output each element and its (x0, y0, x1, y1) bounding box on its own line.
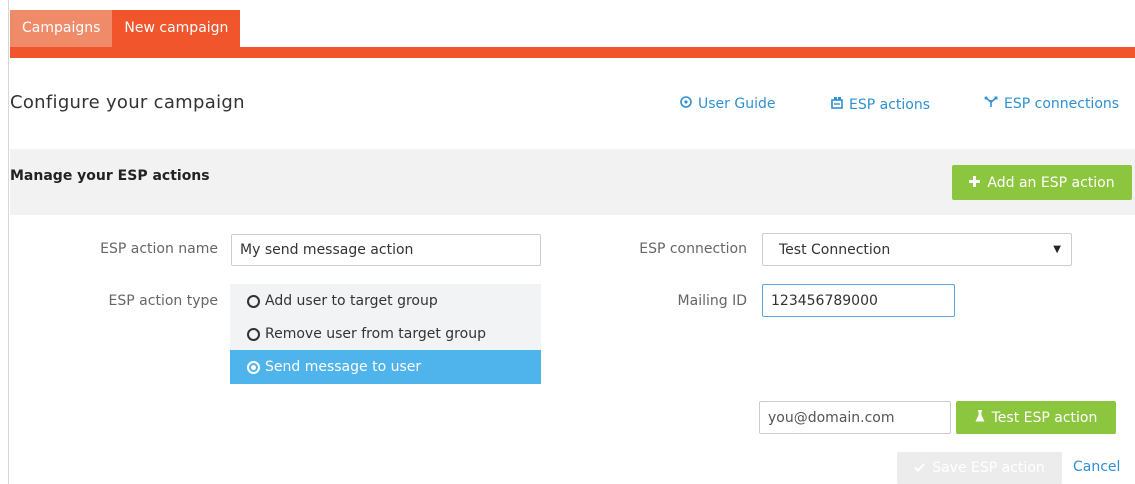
tab-campaigns[interactable]: Campaigns (10, 10, 113, 47)
radio-checked-icon (247, 360, 260, 374)
test-esp-action-label: Test ESP action (991, 409, 1098, 426)
save-esp-action-button[interactable]: Save ESP action (897, 452, 1062, 484)
page-title: Configure your campaign (10, 92, 245, 113)
radio-unchecked-icon (247, 294, 260, 308)
user-guide-link[interactable]: User Guide (680, 96, 775, 112)
save-esp-action-label: Save ESP action (932, 460, 1045, 476)
dropdown-caret-icon: ▼ (1053, 244, 1061, 255)
mailing-id-label: Mailing ID (677, 293, 747, 309)
cancel-link[interactable]: Cancel (1073, 459, 1120, 475)
esp-action-name-field[interactable]: My send message action (231, 234, 541, 266)
esp-connection-value: Test Connection (779, 241, 891, 258)
esp-actions-icon (831, 96, 843, 113)
esp-actions-link[interactable]: ESP actions (831, 96, 930, 113)
radio-option-label: Remove user from target group (265, 326, 486, 342)
esp-action-type-label: ESP action type (108, 293, 218, 309)
help-circle-icon (680, 96, 692, 112)
esp-action-name-label: ESP action name (100, 241, 218, 257)
plus-icon (969, 175, 981, 191)
esp-connections-link[interactable]: ESP connections (984, 96, 1119, 112)
radio-option-label: Add user to target group (265, 293, 438, 309)
connections-icon (984, 96, 998, 112)
add-esp-action-button[interactable]: Add an ESP action (952, 165, 1132, 200)
radio-unchecked-icon (247, 327, 260, 341)
tab-new-campaign[interactable]: New campaign (112, 10, 241, 47)
radio-add-user-to-target-group[interactable]: Add user to target group (230, 284, 541, 318)
radio-option-label: Send message to user (265, 359, 422, 375)
radio-send-message-to-user[interactable]: Send message to user (230, 350, 541, 384)
tab-bar: Campaigns New campaign (10, 10, 241, 47)
flask-icon (975, 409, 985, 426)
esp-connection-label: ESP connection (639, 241, 747, 257)
add-esp-action-label: Add an ESP action (987, 174, 1115, 191)
esp-actions-label: ESP actions (849, 96, 931, 113)
page-border (8, 0, 9, 484)
esp-connection-select[interactable]: Test Connection ▼ (762, 233, 1072, 266)
checkmark-icon (914, 460, 925, 476)
radio-remove-user-from-target-group[interactable]: Remove user from target group (230, 317, 541, 351)
test-email-field[interactable]: you@domain.com (759, 401, 951, 434)
tab-underline-bar (10, 47, 1135, 58)
esp-connections-label: ESP connections (1004, 96, 1120, 112)
test-esp-action-button[interactable]: Test ESP action (956, 401, 1116, 434)
mailing-id-field[interactable]: 123456789000 (762, 284, 955, 317)
esp-action-type-radio-group: Add user to target group Remove user fro… (230, 284, 541, 384)
user-guide-label: User Guide (698, 96, 776, 112)
manage-actions-title: Manage your ESP actions (10, 168, 210, 184)
